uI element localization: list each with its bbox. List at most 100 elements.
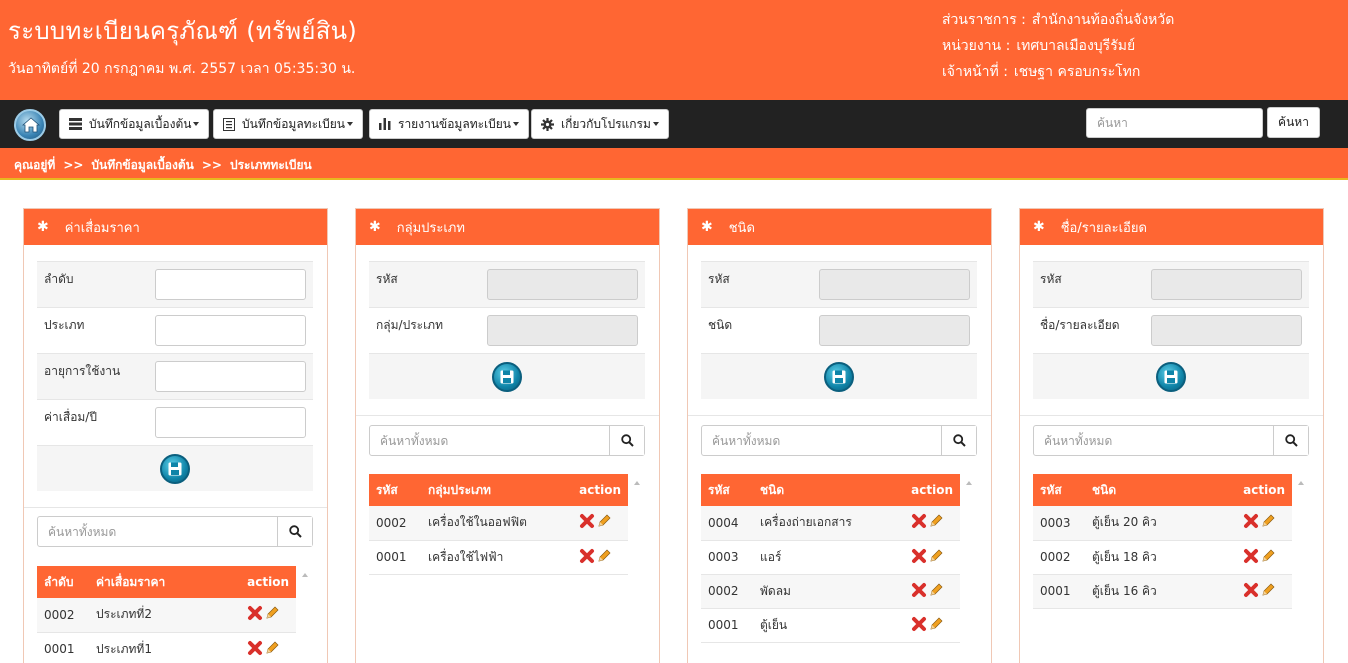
- search-all-input[interactable]: [702, 426, 941, 455]
- save-button[interactable]: [492, 362, 522, 392]
- delete-icon[interactable]: [911, 616, 927, 632]
- search-all-input[interactable]: [370, 426, 609, 455]
- divider: [1020, 415, 1323, 416]
- field-label: กลุ่ม/ประเภท: [376, 318, 444, 332]
- edit-pencil-icon[interactable]: [596, 548, 612, 564]
- search-all-input[interactable]: [38, 517, 277, 546]
- save-button[interactable]: [824, 362, 854, 392]
- bar-chart-icon: [379, 118, 391, 130]
- scroll-up-arrow[interactable]: [966, 481, 972, 485]
- cell-name: เครื่องใช้ไฟฟ้า: [421, 540, 573, 575]
- menu-register-data[interactable]: บันทึกข้อมูลทะเบียน: [213, 109, 363, 139]
- delete-icon[interactable]: [1243, 513, 1259, 529]
- panel-group-type: ✱ กลุ่มประเภท รหัส กลุ่ม/ประเภท รหัส กลุ่…: [355, 208, 660, 663]
- panel-kind: ✱ ชนิด รหัส ชนิด รหัส ชนิด action 0004เคร…: [687, 208, 992, 663]
- delete-icon[interactable]: [911, 582, 927, 598]
- top-search-button[interactable]: ค้นหา: [1267, 107, 1320, 138]
- scroll-up-arrow[interactable]: [634, 481, 640, 485]
- breadcrumb: คุณอยู่ที่ >> บันทึกข้อมูลเบื้องต้น >> ประเภ…: [0, 148, 1348, 180]
- cell-name: แอร์: [753, 540, 905, 575]
- edit-pencil-icon[interactable]: [928, 582, 944, 598]
- edit-pencil-icon[interactable]: [264, 640, 280, 656]
- edit-pencil-icon[interactable]: [1260, 548, 1276, 564]
- search-all-box: [369, 425, 645, 456]
- detail-input[interactable]: [1151, 315, 1302, 346]
- code-input[interactable]: [487, 269, 638, 300]
- code-input[interactable]: [819, 269, 970, 300]
- edit-pencil-icon[interactable]: [1260, 582, 1276, 598]
- group-type-input[interactable]: [487, 315, 638, 346]
- home-button[interactable]: [14, 109, 46, 141]
- cell-name: พัดลม: [753, 574, 905, 609]
- cell-code: 0004: [701, 506, 753, 541]
- kind-input[interactable]: [819, 315, 970, 346]
- edit-pencil-icon[interactable]: [596, 513, 612, 529]
- chevron-down-icon: [346, 122, 353, 126]
- delete-icon[interactable]: [579, 513, 595, 529]
- kind-form: รหัส ชนิด: [701, 261, 977, 399]
- cell-code: 0001: [369, 540, 421, 575]
- code-input[interactable]: [1151, 269, 1302, 300]
- breadcrumb-level1[interactable]: บันทึกข้อมูลเบื้องต้น: [91, 158, 193, 172]
- column-header: รหัส: [701, 474, 753, 506]
- edit-pencil-icon[interactable]: [1260, 513, 1276, 529]
- search-button[interactable]: [1273, 426, 1308, 455]
- field-label: ชนิด: [708, 318, 733, 332]
- delete-icon[interactable]: [911, 513, 927, 529]
- officer-value: เชษฐา ครอบกระโทก: [1013, 64, 1141, 80]
- lifetime-input[interactable]: [155, 361, 306, 392]
- search-icon: [952, 434, 966, 447]
- search-button[interactable]: [609, 426, 644, 455]
- cell-name: ตู้เย็น 16 คิว: [1085, 574, 1237, 609]
- delete-icon[interactable]: [247, 605, 263, 621]
- column-header: รหัส: [369, 474, 421, 506]
- search-all-box: [701, 425, 977, 456]
- order-input[interactable]: [155, 269, 306, 300]
- breadcrumb-level2: ประเภททะเบียน: [229, 158, 312, 172]
- save-button[interactable]: [160, 454, 190, 484]
- delete-icon[interactable]: [911, 548, 927, 564]
- depreciation-per-year-input[interactable]: [155, 407, 306, 438]
- edit-pencil-icon[interactable]: [928, 513, 944, 529]
- agency-info: ส่วนราชการ : สำนักงานท้องถิ่นจังหวัด: [942, 9, 1180, 31]
- form-row: กลุ่ม/ประเภท: [369, 307, 645, 353]
- scroll-up-arrow[interactable]: [302, 573, 308, 577]
- search-button[interactable]: [277, 517, 312, 546]
- table-row: 0001 ตู้เย็น: [701, 608, 960, 643]
- search-all-input[interactable]: [1034, 426, 1273, 455]
- panel-detail: ✱ ชื่อ/รายละเอียด รหัส ชื่อ/รายละเอียด รห…: [1019, 208, 1324, 663]
- chevron-down-icon: [193, 122, 200, 126]
- form-row: ชนิด: [701, 307, 977, 353]
- chevron-down-icon: [513, 122, 519, 126]
- group-type-form: รหัส กลุ่ม/ประเภท: [369, 261, 645, 399]
- asterisk-icon: ✱: [701, 219, 713, 235]
- type-input[interactable]: [155, 315, 306, 346]
- search-icon: [620, 434, 634, 447]
- cell-name: เครื่องถ่ายเอกสาร: [753, 506, 905, 541]
- edit-pencil-icon[interactable]: [928, 548, 944, 564]
- edit-pencil-icon[interactable]: [264, 605, 280, 621]
- breadcrumb-separator: >>: [201, 158, 222, 172]
- scroll-up-arrow[interactable]: [1298, 481, 1304, 485]
- cell-actions: [1236, 506, 1292, 541]
- divider: [24, 507, 327, 508]
- menu-basic-data[interactable]: บันทึกข้อมูลเบื้องต้น: [59, 109, 210, 139]
- list-icon: [223, 117, 235, 131]
- column-header: action: [240, 566, 296, 598]
- save-row: [369, 353, 645, 399]
- delete-icon[interactable]: [579, 548, 595, 564]
- table-row: 0002 ประเภทที่2: [37, 598, 296, 633]
- cell-name: ประเภทที่2: [89, 598, 241, 633]
- app-header: ระบบทะเบียนครุภัณฑ์ (ทรัพย์สิน) วันอาทิต…: [0, 0, 1348, 100]
- delete-icon[interactable]: [1243, 582, 1259, 598]
- search-button[interactable]: [941, 426, 976, 455]
- edit-pencil-icon[interactable]: [928, 616, 944, 632]
- delete-icon[interactable]: [1243, 548, 1259, 564]
- menu-report[interactable]: รายงานข้อมูลทะเบียน: [369, 109, 529, 139]
- delete-icon[interactable]: [247, 640, 263, 656]
- save-button[interactable]: [1156, 362, 1186, 392]
- top-search-input[interactable]: [1086, 108, 1263, 138]
- menu-about[interactable]: เกี่ยวกับโปรแกรม: [531, 109, 669, 139]
- officer-label: เจ้าหน้าที่ :: [942, 64, 1008, 80]
- column-header: รหัส: [1033, 474, 1085, 506]
